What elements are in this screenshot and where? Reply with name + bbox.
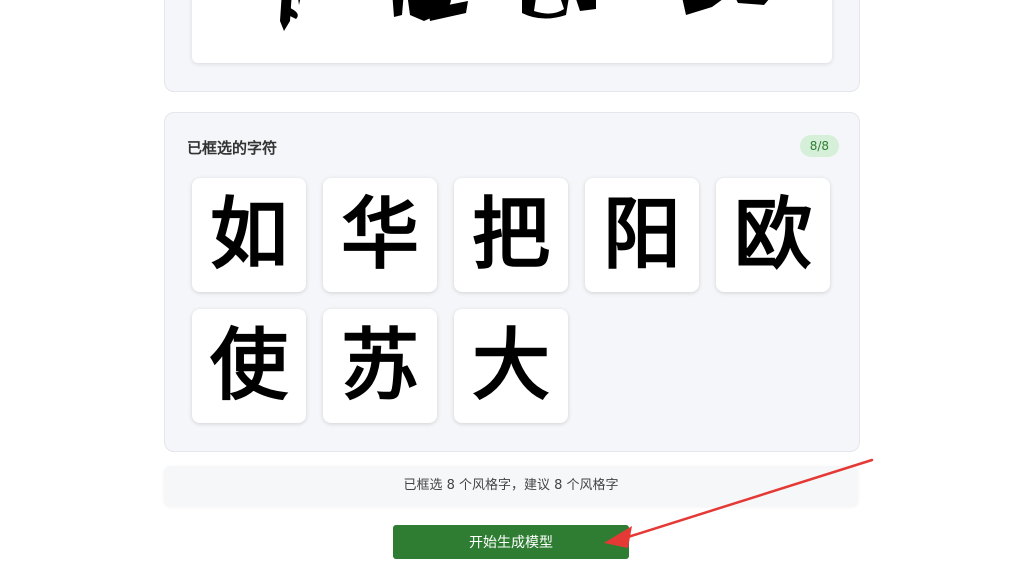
selected-characters-panel: 已框选的字符 8/8 如 华 把 阳 欧 使 苏 大: [164, 112, 860, 452]
source-image-panel: [164, 0, 860, 92]
character-glyph: 大: [471, 320, 550, 411]
character-card[interactable]: 把: [454, 178, 568, 292]
character-card[interactable]: 苏: [323, 309, 437, 423]
panel-title: 已框选的字符: [187, 139, 278, 157]
character-card[interactable]: 欧: [716, 178, 830, 292]
character-glyph: 阳: [602, 189, 681, 280]
character-glyph: 华: [340, 189, 419, 280]
character-glyph: 如: [209, 189, 288, 280]
selection-count-badge: 8/8: [799, 135, 839, 157]
character-card[interactable]: 使: [192, 309, 306, 423]
character-glyph: 把: [471, 189, 550, 280]
character-card[interactable]: 如: [192, 178, 306, 292]
selection-summary: 已框选 8 个风格字，建议 8 个风格字: [164, 466, 858, 506]
character-card[interactable]: 华: [323, 178, 437, 292]
character-card[interactable]: 大: [454, 309, 568, 423]
character-card[interactable]: 阳: [585, 178, 699, 292]
character-glyph: 使: [209, 320, 288, 411]
source-image-preview: [192, 0, 832, 63]
character-glyph: 欧: [733, 189, 812, 280]
start-generate-model-button[interactable]: 开始生成模型: [393, 525, 629, 559]
character-glyph: 苏: [340, 320, 419, 411]
calligraphy-strokes: [280, 0, 769, 31]
